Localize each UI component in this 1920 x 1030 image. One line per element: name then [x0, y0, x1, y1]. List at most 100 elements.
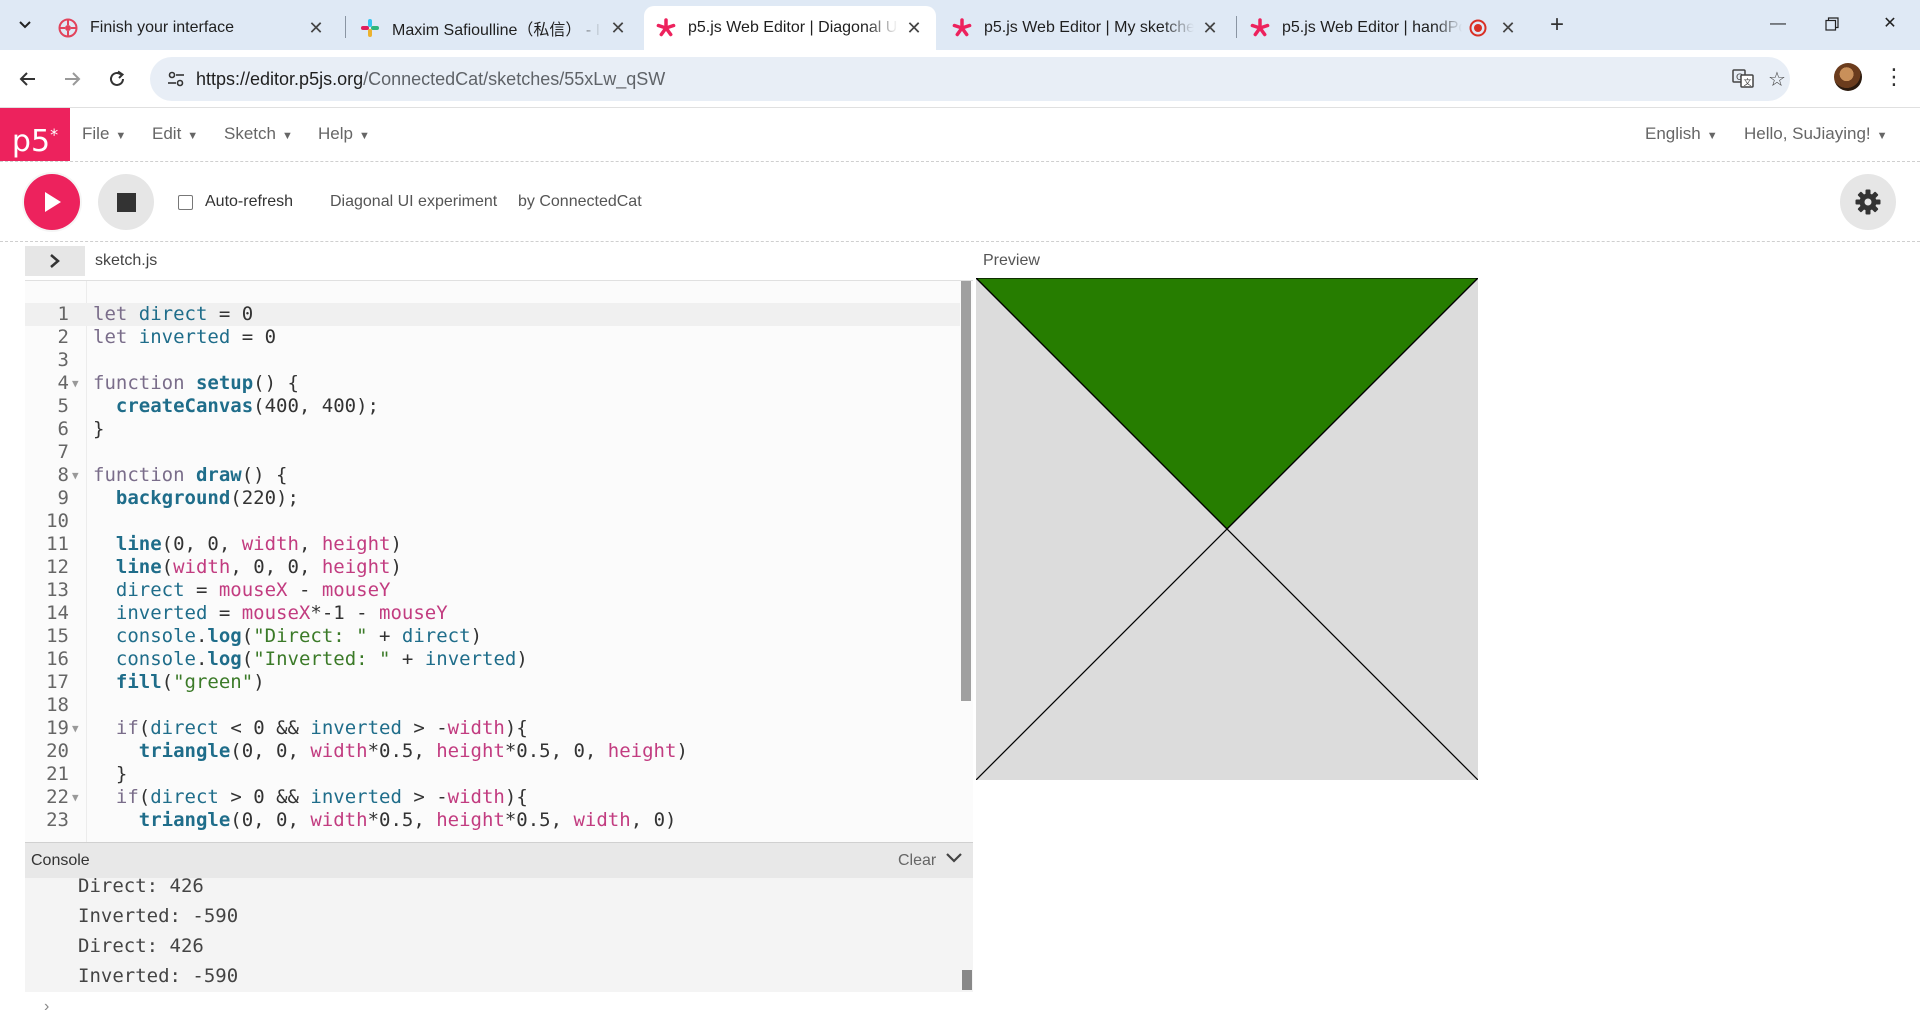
url-text[interactable]: https://editor.p5js.org/ConnectedCat/ske… [196, 69, 665, 90]
code-line[interactable]: 2 let inverted = 0 [25, 326, 960, 349]
code-line[interactable]: 22 ▼ if(direct > 0 && inverted > -width){ [25, 786, 960, 809]
sidebar-expand-chevron-icon[interactable] [25, 246, 85, 276]
browser-toolbar: https://editor.p5js.org/ConnectedCat/ske… [0, 50, 1920, 108]
code-line[interactable]: 12 line(width, 0, 0, height) [25, 556, 960, 579]
code-line[interactable]: 14 inverted = mouseX*-1 - mouseY [25, 602, 960, 625]
code-line[interactable]: 7 [25, 441, 960, 464]
p5-logo[interactable]: p5* [0, 108, 70, 161]
stop-button[interactable] [98, 174, 154, 230]
fold-arrow-icon[interactable]: ▼ [72, 717, 79, 740]
editor-scrollbar[interactable] [961, 281, 971, 701]
menu-file-label: File [82, 124, 110, 143]
code-line[interactable]: 18 [25, 694, 960, 717]
line-number: 9 [57, 487, 69, 509]
console-output: Direct: 426 Inverted: -590 Direct: 426 I… [25, 878, 973, 992]
profile-avatar[interactable] [1834, 63, 1862, 91]
line-number: 4 [57, 372, 69, 394]
restore-icon[interactable] [1810, 8, 1854, 40]
code-line[interactable]: 13 direct = mouseX - mouseY [25, 579, 960, 602]
code-line[interactable]: 17 fill("green") [25, 671, 960, 694]
new-tab-plus-icon[interactable]: + [1543, 12, 1571, 40]
menu-edit[interactable]: Edit ▼ [152, 124, 198, 144]
user-greeting: Hello, SuJiaying! [1744, 124, 1871, 143]
stop-icon [116, 192, 136, 212]
code-line[interactable]: 4 ▼ function setup() { [25, 372, 960, 395]
menu-edit-label: Edit [152, 124, 182, 143]
code-line[interactable]: 3 [25, 349, 960, 372]
code-line[interactable]: 21 } [25, 763, 960, 786]
close-icon[interactable]: ✕ [608, 18, 628, 39]
translate-icon[interactable]: G文 [1730, 67, 1756, 93]
code-line[interactable]: 6} [25, 418, 960, 441]
code-line[interactable]: 8 ▼ function draw() { [25, 464, 960, 487]
code-line[interactable]: 20 triangle(0, 0, width*0.5, height*0.5,… [25, 740, 960, 763]
tab-search-chevron-icon[interactable] [8, 10, 42, 40]
code-line[interactable]: 15 console.log("Direct: " + direct) [25, 625, 960, 648]
code-line[interactable]: 23 triangle(0, 0, width*0.5, height*0.5,… [25, 809, 960, 832]
p5-nav-bar: p5* File ▼ Edit ▼ Sketch ▼ Help ▼ English ▼ H… [0, 108, 1920, 162]
menu-file[interactable]: File ▼ [82, 124, 126, 144]
line-number: 14 [46, 602, 69, 624]
console-line: Direct: 426 [78, 878, 204, 897]
code-line[interactable]: 16 console.log("Inverted: " + inverted) [25, 648, 960, 671]
tab-p5-handpose[interactable]: p5.js Web Editor | handPo ✕ [1238, 6, 1530, 50]
play-button[interactable] [24, 174, 80, 230]
line-number: 18 [46, 694, 69, 716]
code-line[interactable]: 19 ▼ if(direct < 0 && inverted > -width){ [25, 717, 960, 740]
code-line[interactable]: 11 line(0, 0, width, height) [25, 533, 960, 556]
fold-arrow-icon[interactable]: ▼ [72, 372, 79, 395]
tab-title: Maxim Safioulline（私信） - I [392, 22, 601, 39]
close-icon[interactable]: ✕ [904, 18, 924, 39]
line-number: 13 [46, 579, 69, 601]
tab-p5-diagonal[interactable]: p5.js Web Editor | Diagonal U ✕ [644, 6, 936, 50]
browser-menu-icon[interactable]: ⋮ [1882, 62, 1906, 94]
close-icon[interactable]: ✕ [1200, 18, 1220, 39]
menu-sketch[interactable]: Sketch ▼ [224, 124, 293, 144]
menu-help[interactable]: Help ▼ [318, 124, 370, 144]
forward-arrow-icon[interactable] [56, 63, 88, 95]
language-menu[interactable]: English ▼ [1645, 124, 1718, 144]
minimize-icon[interactable]: — [1756, 8, 1800, 40]
site-info-icon[interactable] [166, 69, 186, 89]
user-menu[interactable]: Hello, SuJiaying! ▼ [1744, 124, 1888, 144]
settings-button[interactable] [1840, 174, 1896, 230]
line-number: 23 [46, 809, 69, 831]
address-bar[interactable]: https://editor.p5js.org/ConnectedCat/ske… [150, 57, 1790, 101]
close-icon[interactable]: ✕ [1498, 18, 1518, 39]
caret-down-icon: ▼ [1876, 130, 1888, 142]
fold-arrow-icon[interactable]: ▼ [72, 786, 79, 809]
console-header: Console Clear [25, 842, 973, 878]
reload-icon[interactable] [101, 63, 133, 95]
window-close-icon[interactable]: ✕ [1868, 8, 1912, 40]
recording-icon [1468, 18, 1488, 38]
fold-arrow-icon[interactable]: ▼ [72, 464, 79, 487]
play-icon [45, 192, 61, 212]
code-line[interactable]: 5 createCanvas(400, 400); [25, 395, 960, 418]
menu-sketch-label: Sketch [224, 124, 276, 143]
console-scrollbar[interactable] [962, 970, 972, 990]
preview-canvas[interactable] [974, 277, 1480, 781]
console-clear-button[interactable]: Clear [898, 852, 936, 870]
bookmark-star-icon[interactable]: ☆ [1764, 67, 1790, 93]
tab-slack[interactable]: Maxim Safioulline（私信） - I ✕ [348, 6, 640, 50]
console-prompt-chevron-icon[interactable]: › [44, 998, 49, 1016]
url-host: https://editor.p5js.org [196, 69, 364, 89]
chevron-down-icon[interactable] [945, 849, 963, 870]
code-line[interactable]: 9 background(220); [25, 487, 960, 510]
code-editor[interactable]: 1 let direct = 0 2 let inverted = 0 3 4 ▼ funct… [25, 280, 973, 842]
code-line[interactable]: 1 let direct = 0 [25, 303, 960, 326]
file-name[interactable]: sketch.js [95, 252, 157, 270]
auto-refresh-toggle[interactable]: Auto-refresh [178, 193, 293, 211]
code-line[interactable]: 10 [25, 510, 960, 533]
back-arrow-icon[interactable] [12, 63, 44, 95]
tab-finish-interface[interactable]: Finish your interface ✕ [46, 6, 338, 50]
p5-toolbar: Auto-refresh Diagonal UI experiment by C… [0, 162, 1920, 242]
auto-refresh-checkbox[interactable] [178, 194, 193, 210]
code-text: function setup() { [93, 372, 299, 394]
sketch-name[interactable]: Diagonal UI experiment [330, 193, 497, 211]
code-text: console.log("Direct: " + direct) [115, 625, 483, 647]
tab-p5-my-sketches[interactable]: p5.js Web Editor | My sketche ✕ [940, 6, 1232, 50]
sketch-author[interactable]: by ConnectedCat [518, 193, 642, 211]
close-icon[interactable]: ✕ [306, 18, 326, 39]
caret-down-icon: ▼ [1706, 130, 1718, 142]
